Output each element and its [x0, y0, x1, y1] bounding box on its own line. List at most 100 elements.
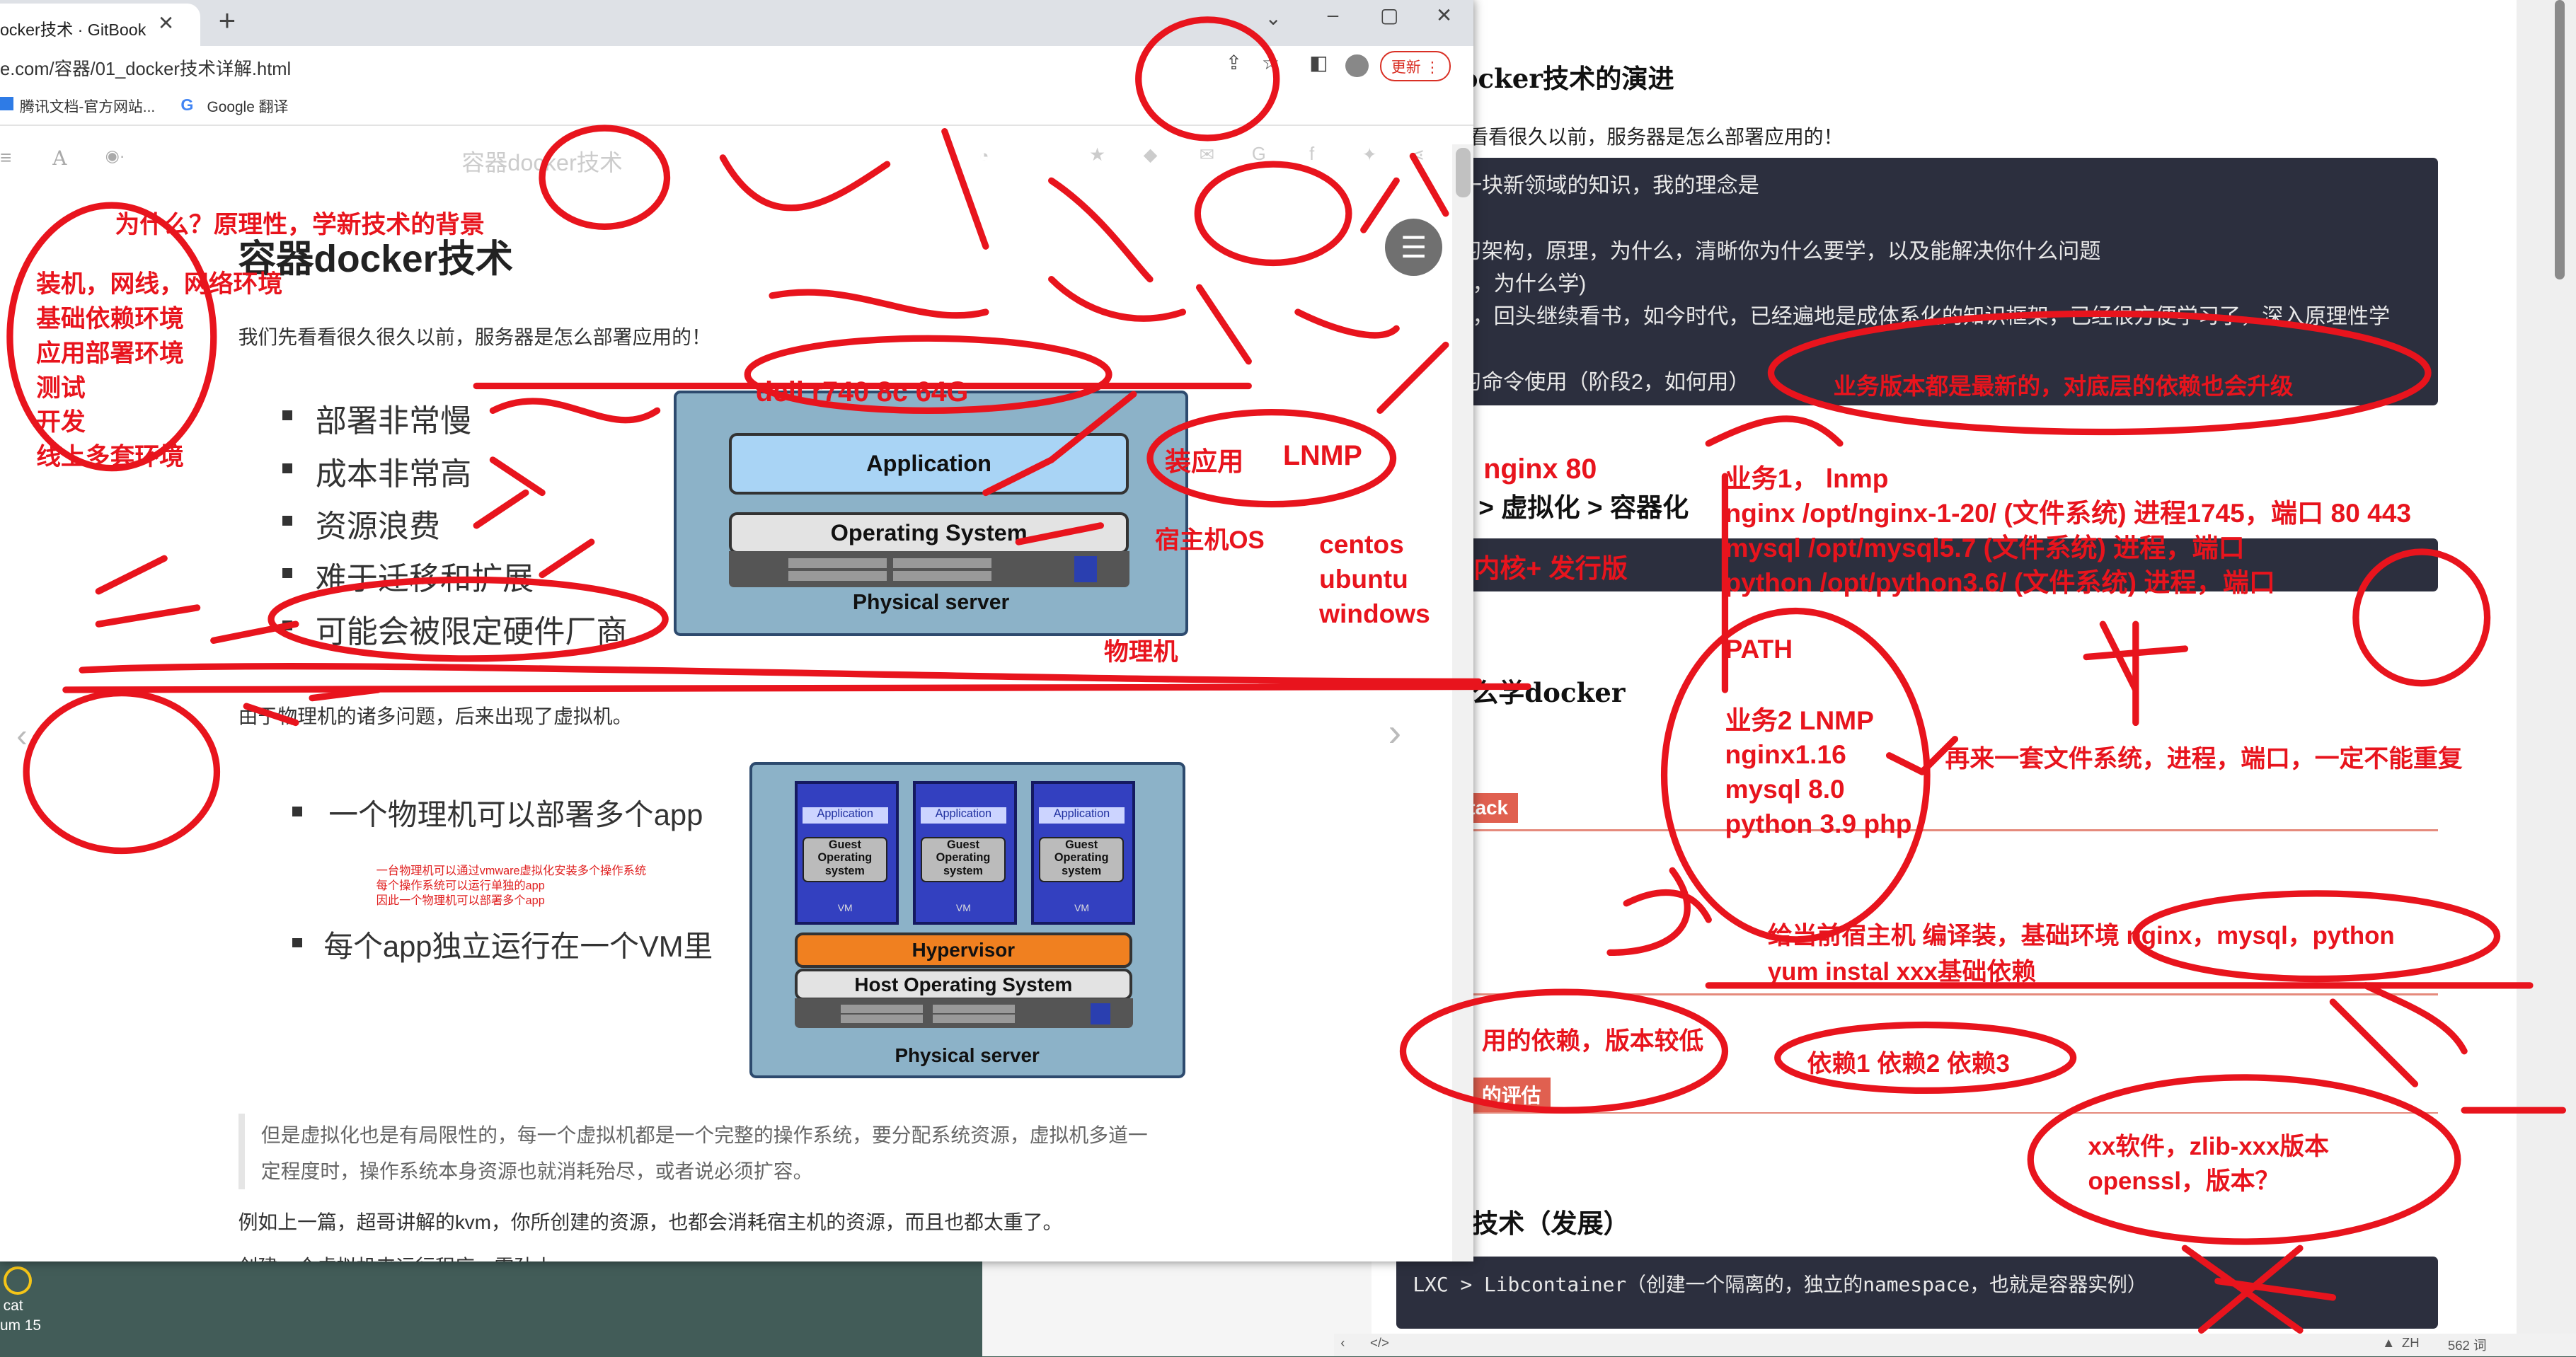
bullet-item: 资源浪费: [315, 509, 441, 545]
annotation-nginx80: nginx 80: [1483, 453, 1597, 485]
hypervisor-layer: Hypervisor: [794, 932, 1132, 968]
code-line: 1，为什么学): [1460, 272, 1587, 296]
desktop-icon-label-2: um 15: [0, 1317, 42, 1334]
gitbook-toolbar: ≡ A ◉· 容器docker技术 ◔ ★ ◆ ✉ G f ✦ ⋖: [0, 126, 1474, 192]
tab-search-icon[interactable]: ⌄: [1265, 6, 1281, 30]
doc-heading-evolution: ocker技术的演进: [1460, 63, 1674, 95]
code-line: 习命令使用（阶段2，如何用）: [1460, 371, 1750, 395]
next-page-arrow[interactable]: ›: [1388, 710, 1402, 755]
annotation-why: 为什么？原理性，学新技术的背景: [115, 211, 485, 239]
annotation-biz1: 业务1， lnmp nginx /opt/nginx-1-20/ (文件系统) …: [1725, 461, 2411, 599]
mail-icon[interactable]: ✉: [1200, 144, 1214, 166]
menu-icon[interactable]: ≡: [0, 146, 11, 169]
bullet-item: 可能会被限定硬件厂商: [315, 614, 628, 649]
page-scrollbar-thumb[interactable]: [1455, 147, 1471, 197]
minimize-icon[interactable]: –: [1328, 4, 1339, 26]
quote-line: 定程度时，操作系统本身资源也就消耗殆尽，或者说必须扩容。: [260, 1160, 813, 1183]
facebook-icon[interactable]: f: [1309, 144, 1314, 165]
guest-os-label: Guest Operating system: [920, 836, 1006, 882]
intro-paragraph: 我们先看看很久很久以前，服务器是怎么部署应用的！: [238, 325, 711, 348]
doc-paragraph: 看看很久以前，服务器是怎么部署应用的！: [1468, 125, 1844, 148]
code-line: 习架构，原理，为什么，清晰你为什么要学，以及能解决你什么问题: [1460, 239, 2101, 263]
annotation-line: mysql /opt/mysql5.7 (文件系统) 进程，端口: [1725, 532, 2245, 562]
annotation-line: nginx1.16: [1725, 739, 1846, 770]
word-count[interactable]: 562 词: [2448, 1335, 2487, 1354]
update-button[interactable]: 更新 ⋮: [1379, 50, 1451, 82]
bookmark-google-translate[interactable]: Google 翻译: [207, 96, 288, 117]
tag-underline: [1462, 1111, 2438, 1114]
bookmark-tencent-docs[interactable]: 腾讯文档-官方网站...: [20, 96, 155, 117]
annotation-yum: yum instal xxx基础依赖: [1767, 958, 2036, 986]
bullet-item: 一个物理机可以部署多个app: [328, 797, 703, 831]
url-text[interactable]: e.com/容器/01_docker技术详解.html: [0, 54, 291, 81]
share-icon[interactable]: ⇪: [1226, 51, 1242, 74]
annotation-deps: 依赖1 依赖2 依赖3: [1807, 1050, 2010, 1078]
tomcat-desktop-icon[interactable]: [3, 1266, 33, 1295]
tag-underline: [1462, 993, 2438, 995]
bullet-marker: [292, 937, 303, 948]
editor-scrollbar[interactable]: [2517, 0, 2576, 1357]
sidepanel-icon[interactable]: ◧: [1309, 51, 1328, 74]
bullet-marker: [282, 463, 293, 473]
google-translate-icon: G: [180, 95, 194, 114]
annotation-line: 应用部署环境: [36, 339, 184, 367]
share-icon-toolbar[interactable]: ⋖: [1410, 144, 1425, 166]
os-layer: Operating System: [729, 512, 1129, 554]
twitter-icon[interactable]: ✦: [1362, 144, 1376, 166]
annotation-kernel: 内核+ 发行版: [1473, 553, 1628, 584]
view-icon[interactable]: ◉·: [105, 146, 125, 166]
annotation-compile: 给当前宿主机 编译装，基础环境 nginx，mysql，python: [1767, 922, 2395, 950]
vm-box: Application Guest Operating system VM: [913, 781, 1018, 925]
annotation-line: 测试: [36, 374, 86, 402]
annotation-line: 业务2 LNMP: [1725, 705, 1874, 735]
tag-underline: [1462, 829, 2438, 831]
new-tab-button[interactable]: +: [219, 4, 236, 37]
annotation-line: 装机，网线，网络环境: [36, 270, 283, 299]
address-bar[interactable]: e.com/容器/01_docker技术详解.html ⇪ ☆ ◧ 更新 ⋮: [0, 45, 1474, 86]
bullet-item: 成本非常高: [315, 456, 472, 492]
cut-paragraph: 创建一个虚拟机来运行程序，需孙小: [238, 1252, 554, 1261]
prev-page-arrow[interactable]: ‹: [16, 716, 27, 754]
weibo-icon[interactable]: ◔: [979, 146, 989, 166]
annotation-physical-machine: 物理机: [1103, 637, 1178, 666]
editor-scrollbar-thumb[interactable]: [2554, 0, 2565, 279]
toc-menu-button[interactable]: ☰: [1384, 218, 1443, 276]
nav-left-icon[interactable]: ‹: [1340, 1335, 1345, 1351]
vm-app-label: Application: [802, 807, 888, 824]
desktop-icon-label: cat: [3, 1297, 23, 1314]
physical-server-label: Physical server: [895, 1044, 1040, 1066]
tab-strip: ocker技术 · GitBook ✕ + ⌄ – ▢ ✕: [0, 0, 1474, 46]
font-settings-icon[interactable]: A: [52, 146, 67, 170]
qq-icon[interactable]: ◆: [1144, 144, 1158, 166]
tab-close-icon[interactable]: ✕: [158, 11, 174, 35]
annotation-line: python /opt/python3.6/ (文件系统) 进程，端口: [1725, 567, 2275, 597]
window-close-icon[interactable]: ✕: [1436, 4, 1452, 27]
drive-bay: [932, 1014, 1015, 1023]
drive-bay: [840, 1005, 923, 1013]
code-view-icon[interactable]: </>: [1370, 1335, 1389, 1351]
vm-app-label: Application: [1039, 807, 1125, 824]
drive-bay: [788, 558, 887, 568]
star-share-icon[interactable]: ★: [1089, 144, 1105, 166]
annotation-line: ubuntu: [1319, 563, 1408, 594]
maximize-icon[interactable]: ▢: [1380, 4, 1398, 27]
language-indicator[interactable]: ZH: [2402, 1335, 2420, 1351]
tab-active[interactable]: ocker技术 · GitBook ✕: [0, 3, 201, 46]
code-line: LXC > Libcontainer（创建一个隔离的，独立的namespace，…: [1413, 1273, 2147, 1297]
annotation-line: python 3.9 php: [1725, 808, 1912, 838]
bookmark-star-icon[interactable]: ☆: [1262, 51, 1280, 74]
note-line: 一台物理机可以通过vmware虚拟化安装多个操作系统: [376, 865, 647, 878]
guest-os-label: Guest Operating system: [802, 836, 887, 882]
annotation-line: centos: [1319, 529, 1404, 560]
profile-avatar[interactable]: [1345, 54, 1369, 78]
vm-intro-paragraph: 由于物理机的诸多问题，后来出现了虚拟机。: [238, 705, 633, 728]
annotation-path: PATH: [1725, 634, 1793, 664]
bullet-item: 难于迁移和扩展: [315, 562, 534, 597]
google-icon[interactable]: G: [1252, 144, 1266, 165]
warning-icon: ▲: [2382, 1335, 2396, 1351]
vm-label: VM: [1074, 902, 1089, 914]
drive-bay: [840, 1014, 923, 1023]
drive-bay: [893, 558, 992, 568]
page-scrollbar[interactable]: [1452, 144, 1474, 1261]
bullet-marker: [282, 410, 293, 421]
